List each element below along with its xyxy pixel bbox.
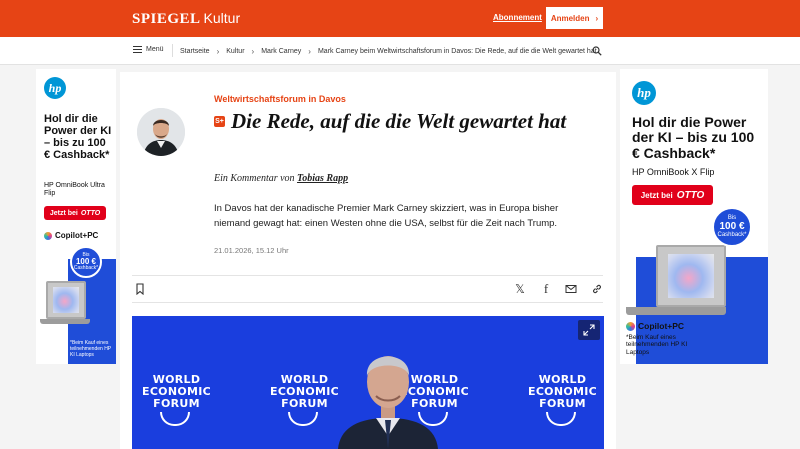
ad-left[interactable]: hp Hol dir die Power der KI – bis zu 100… (36, 69, 116, 364)
copilot-label: Copilot+PC (55, 231, 99, 240)
share-facebook-icon[interactable]: f (540, 281, 552, 296)
copilot-badge: Copilot+PC (626, 321, 684, 331)
author-photo (137, 108, 185, 156)
copilot-icon (626, 321, 635, 331)
breadcrumb-home[interactable]: Startseite (180, 48, 210, 55)
cashback-badge: Bis 100 € Cashback* (712, 207, 752, 247)
hp-logo: hp (632, 81, 656, 105)
ad-product: HP OmniBook Ultra Flip (44, 182, 105, 198)
author-avatar[interactable] (137, 108, 185, 156)
article-toolbar: 𝕏 f (132, 275, 603, 303)
expand-icon (583, 324, 595, 336)
menu-label: Menü (146, 46, 164, 53)
ad-fineprint: *Beim Kauf eines teilnehmenden HP KI Lap… (70, 340, 112, 358)
laptop-image (46, 281, 86, 319)
login-label: Anmelden (550, 13, 590, 23)
hp-logo: hp (44, 77, 66, 99)
section-title[interactable]: Kultur (204, 10, 241, 26)
share-x-icon[interactable]: 𝕏 (514, 282, 526, 296)
login-button[interactable]: Anmelden › (546, 7, 603, 29)
laptop-base (40, 319, 90, 324)
chevron-right-icon: › (595, 13, 599, 23)
ad-cta-button[interactable]: Jetzt bei OTTO (44, 206, 106, 220)
article-teaser: In Davos hat der kanadische Premier Mark… (214, 203, 559, 229)
cashback-badge: Bis 100 € Cashback* (70, 246, 102, 278)
mail-icon[interactable] (565, 283, 577, 295)
badge-amount: 100 € (719, 220, 745, 232)
badge-bottom: Cashback* (717, 232, 747, 239)
wef-arc (160, 412, 190, 426)
wef-logo: WORLD ECONOMIC FORUM (270, 373, 340, 410)
top-bar: SPIEGEL Kultur Abonnement Anmelden › (0, 0, 800, 37)
expand-image-button[interactable] (578, 320, 600, 340)
brand[interactable]: SPIEGEL Kultur (132, 10, 240, 28)
wef-arc (546, 412, 576, 426)
wef-arc (288, 412, 318, 426)
breadcrumb: Startseite › Kultur › Mark Carney › Mark… (180, 47, 597, 56)
copilot-icon (44, 231, 52, 240)
badge-bottom: Cashback* (73, 265, 99, 272)
hamburger-icon (133, 46, 142, 53)
ad-cta-label: Jetzt bei (49, 209, 78, 217)
article-headline: Die Rede, auf die die Welt gewartet hat (231, 109, 567, 133)
copilot-label: Copilot+PC (638, 321, 685, 331)
ad-fineprint: *Beim Kauf eines teilnehmenden HP KI Lap… (626, 334, 688, 356)
wef-logo: WORLD ECONOMIC FORUM (528, 373, 598, 410)
author-link[interactable]: Tobias Rapp (297, 173, 348, 184)
byline-prefix: Ein Kommentar von (214, 173, 295, 184)
speaker-photo (338, 356, 438, 449)
spiegel-logo[interactable]: SPIEGEL (132, 11, 201, 28)
laptop-base (626, 307, 726, 315)
nav-divider (172, 44, 173, 57)
ad-cta-button[interactable]: Jetzt bei OTTO (632, 185, 713, 205)
otto-logo: OTTO (676, 189, 705, 201)
ad-right[interactable]: hp Hol dir die Power der KI – bis zu 100… (620, 69, 768, 364)
breadcrumb-kultur[interactable]: Kultur (226, 48, 244, 55)
chevron-right-icon: › (308, 47, 311, 56)
ad-headline: Hol dir die Power der KI – bis zu 100 € … (44, 113, 112, 162)
breadcrumb-current: Mark Carney beim Weltwirtschaftsforum in… (317, 48, 597, 55)
byline: Ein Kommentar von Tobias Rapp (214, 173, 348, 184)
article-kicker: Weltwirtschaftsforum in Davos (214, 94, 346, 104)
abo-link[interactable]: Abonnement (493, 13, 542, 22)
menu-button[interactable]: Menü (133, 46, 164, 53)
otto-logo: OTTO (80, 209, 101, 217)
search-icon[interactable] (592, 46, 602, 56)
wef-logo: WORLD ECONOMIC FORUM (142, 373, 212, 410)
ad-product: HP OmniBook X Flip (632, 167, 715, 177)
copilot-badge: Copilot+PC (44, 231, 98, 240)
link-icon[interactable] (591, 283, 603, 295)
laptop-image (656, 245, 726, 307)
chevron-right-icon: › (251, 47, 255, 56)
chevron-right-icon: › (216, 47, 220, 56)
bookmark-icon[interactable] (134, 283, 146, 295)
ad-headline: Hol dir die Power der KI – bis zu 100 € … (632, 114, 755, 161)
article-date: 21.01.2026, 15.12 Uhr (214, 246, 289, 255)
breadcrumb-mark-carney[interactable]: Mark Carney (261, 48, 301, 55)
ad-cta-label: Jetzt bei (640, 190, 673, 200)
nav-bar: Menü Startseite › Kultur › Mark Carney ›… (0, 37, 800, 65)
